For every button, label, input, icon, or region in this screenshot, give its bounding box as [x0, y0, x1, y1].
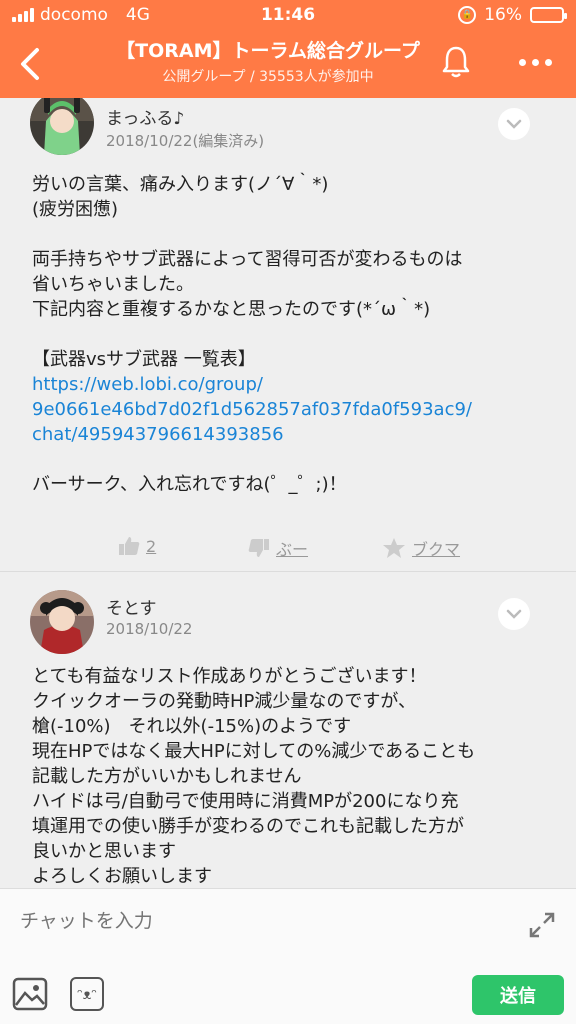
thumbs-down-icon [248, 539, 269, 557]
chevron-left-icon [21, 48, 39, 80]
app-header: docomo 4G 11:46 🔒 16% 【TORAM】トーラム総合グループ … [0, 0, 576, 98]
dot-icon [544, 58, 552, 66]
avatar[interactable] [30, 98, 94, 155]
expand-button[interactable] [526, 909, 558, 941]
post-body: 労いの言葉、痛み入ります(ノ´∀｀*) (疲労困憊) 両手持ちやサブ武器によって… [32, 172, 556, 497]
thumbs-up-icon [119, 537, 140, 555]
post-line: 【武器vsサブ武器 一覧表】 [32, 349, 256, 370]
chevron-down-icon [506, 609, 522, 619]
send-button[interactable]: 送信 [472, 975, 564, 1015]
image-icon [12, 977, 48, 1011]
like-button[interactable]: 2 [118, 536, 156, 556]
post-line: 現在HPではなく最大HPに対しての%減少であることも [32, 741, 476, 762]
post-line: 填運用での使い勝手が変わるのでこれも記載した方が [32, 816, 464, 837]
rotation-lock-icon: 🔒 [458, 6, 477, 24]
emoticon-icon: ᵔᴥᵔ [76, 986, 98, 1003]
carrier-label: docomo [40, 5, 108, 25]
group-title-block[interactable]: 【TORAM】トーラム総合グループ 公開グループ / 35553人が参加中 [80, 36, 456, 86]
post-line: ハイドは弓/自動弓で使用時に消費MPが200になり充 [32, 791, 459, 812]
group-title: 【TORAM】トーラム総合グループ [116, 40, 420, 62]
chat-feed[interactable]: まっふる♪ 2018/10/22(編集済み) 労いの言葉、痛み入ります(ノ´∀｀… [0, 98, 576, 888]
chat-input-bar: ᵔᴥᵔ 送信 [0, 888, 576, 1024]
group-subtitle: 公開グループ / 35553人が参加中 [162, 69, 374, 85]
avatar[interactable] [30, 590, 94, 654]
battery-icon [530, 7, 567, 23]
back-button[interactable] [10, 39, 50, 89]
post-date: 2018/10/22 [106, 620, 193, 638]
image-attach-button[interactable] [12, 977, 48, 1011]
post-line: 槍(-10%) それ以外(-15%)のようです [32, 716, 352, 737]
dot-icon [518, 58, 526, 66]
chat-input[interactable] [20, 903, 496, 939]
chevron-down-icon [506, 119, 522, 129]
post-line: 下記内容と重複するかなと思ったのです(*´ω｀*) [32, 299, 431, 320]
network-label: 4G [125, 5, 150, 25]
battery-percent: 16% [484, 5, 522, 25]
post-date: 2018/10/22(編集済み) [106, 132, 265, 150]
bookmark-label: ブクマ [412, 540, 461, 559]
dot-icon [531, 58, 539, 66]
post-line: 両手持ちやサブ武器によって習得可否が変わるものは [32, 249, 463, 270]
post-line: クイックオーラの発動時HP減少量なのですが、 [32, 691, 417, 712]
post-line: バーサーク、入れ忘れですね(゜_゜;)！ [32, 474, 347, 495]
post-menu-button[interactable] [498, 108, 530, 140]
post-body: とても有益なリスト作成ありがとうございます！ クイックオーラの発動時HP減少量な… [32, 664, 556, 888]
post-actions: 2 ぶー ブクマ [0, 530, 576, 566]
post-menu-button[interactable] [498, 598, 530, 630]
star-icon [383, 538, 405, 558]
post-link[interactable]: https://web.lobi.co/group/ [32, 372, 556, 397]
signal-icon [12, 8, 34, 22]
post-line: よろしくお願いします [32, 866, 212, 887]
bell-icon [442, 46, 470, 78]
post-line: 労いの言葉、痛み入ります(ノ´∀｀*) [32, 174, 329, 195]
expand-icon [529, 912, 555, 938]
post-link[interactable]: 9e0661e46bd7d02f1d562857af037fda0f593ac9… [32, 397, 556, 422]
post-author[interactable]: そとす [106, 594, 157, 619]
boo-label: ぶー [276, 540, 309, 559]
bookmark-button[interactable]: ブクマ [382, 536, 460, 560]
post-line: (疲労困憊) [32, 199, 119, 220]
more-options-button[interactable] [510, 44, 560, 80]
post-line: とても有益なリスト作成ありがとうございます！ [32, 666, 427, 687]
nav-bar: 【TORAM】トーラム総合グループ 公開グループ / 35553人が参加中 [0, 30, 576, 98]
post-line: 記載した方がいいかもしれません [32, 766, 302, 787]
chat-post: まっふる♪ 2018/10/22(編集済み) 労いの言葉、痛み入ります(ノ´∀｀… [0, 98, 576, 572]
post-line: 省いちゃいました。 [32, 274, 194, 295]
post-line: 良いかと思います [32, 841, 176, 862]
post-link[interactable]: chat/495943796614393856 [32, 422, 556, 447]
sticker-button[interactable]: ᵔᴥᵔ [70, 977, 104, 1011]
chat-post: そとす 2018/10/22 とても有益なリスト作成ありがとうございます！ クイ… [0, 572, 576, 888]
like-count: 2 [146, 536, 157, 556]
boo-button[interactable]: ぶー [248, 536, 308, 560]
status-bar: docomo 4G 11:46 🔒 16% [0, 0, 576, 30]
notification-button[interactable] [438, 42, 474, 82]
post-author[interactable]: まっふる♪ [106, 104, 184, 129]
